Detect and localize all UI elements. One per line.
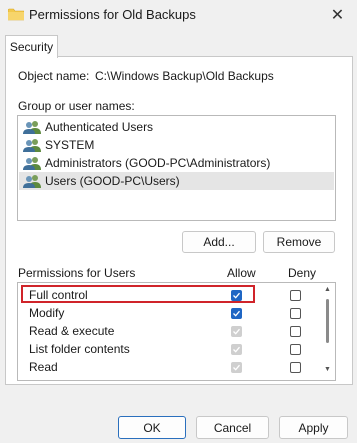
users-icon <box>23 121 41 134</box>
object-name-label: Object name: <box>18 69 90 83</box>
scroll-thumb[interactable] <box>326 299 329 343</box>
deny-checkbox[interactable] <box>290 380 301 381</box>
group-item-users[interactable]: Users (GOOD-PC\Users) <box>19 172 334 190</box>
scroll-down-arrow-icon[interactable]: ▼ <box>324 366 331 373</box>
window-title: Permissions for Old Backups <box>29 7 196 22</box>
deny-column-header: Deny <box>288 266 317 280</box>
allow-checkbox <box>231 362 242 373</box>
group-item-authenticated-users[interactable]: Authenticated Users <box>19 118 334 136</box>
folder-icon <box>8 8 24 21</box>
group-item-administrators[interactable]: Administrators (GOOD-PC\Administrators) <box>19 154 334 172</box>
permission-name: Read <box>29 360 58 374</box>
allow-checkbox[interactable] <box>231 380 242 381</box>
remove-button[interactable]: Remove <box>263 231 335 253</box>
scroll-up-arrow-icon[interactable]: ▲ <box>324 286 331 293</box>
allow-column-header: Allow <box>227 266 256 280</box>
permission-row-read: Read <box>18 358 318 376</box>
group-item-label: Administrators (GOOD-PC\Administrators) <box>45 156 271 170</box>
ok-button[interactable]: OK <box>118 416 186 439</box>
users-icon <box>23 175 41 188</box>
permission-row-partial <box>18 376 318 381</box>
deny-checkbox[interactable] <box>290 290 301 301</box>
permission-row-full-control: Full control <box>18 286 318 304</box>
permission-row-list-folder-contents: List folder contents <box>18 340 318 358</box>
add-button[interactable]: Add... <box>182 231 256 253</box>
group-item-label: SYSTEM <box>45 138 95 152</box>
tab-security[interactable]: Security <box>5 35 58 58</box>
cancel-button[interactable]: Cancel <box>196 416 269 439</box>
allow-checkbox <box>231 344 242 355</box>
group-list[interactable]: Authenticated Users SYSTEM Administrator… <box>17 115 336 221</box>
permission-name: Read & execute <box>29 324 115 338</box>
deny-checkbox[interactable] <box>290 326 301 337</box>
title-bar: Permissions for Old Backups ✕ <box>0 0 357 30</box>
permission-name: List folder contents <box>29 342 130 356</box>
permission-row-modify: Modify <box>18 304 318 322</box>
deny-checkbox[interactable] <box>290 344 301 355</box>
deny-checkbox[interactable] <box>290 362 301 373</box>
allow-checkbox[interactable] <box>231 308 242 319</box>
permissions-scrollbar[interactable]: ▲ ▼ <box>323 286 331 376</box>
allow-checkbox[interactable] <box>231 290 242 301</box>
group-item-label: Authenticated Users <box>45 120 154 134</box>
object-name-value: C:\Windows Backup\Old Backups <box>95 69 274 83</box>
permission-name: Full control <box>29 288 88 302</box>
permissions-label: Permissions for Users <box>18 266 136 280</box>
users-icon <box>23 139 41 152</box>
permission-row-read-execute: Read & execute <box>18 322 318 340</box>
close-button[interactable]: ✕ <box>318 0 357 30</box>
users-icon <box>23 157 41 170</box>
permissions-list: Full control Modify Read & execute List … <box>17 282 336 381</box>
group-list-label: Group or user names: <box>18 99 135 113</box>
deny-checkbox[interactable] <box>290 308 301 319</box>
permission-name: Modify <box>29 306 65 320</box>
group-item-label: Users (GOOD-PC\Users) <box>45 174 180 188</box>
allow-checkbox <box>231 326 242 337</box>
group-item-system[interactable]: SYSTEM <box>19 136 334 154</box>
apply-button[interactable]: Apply <box>279 416 348 439</box>
